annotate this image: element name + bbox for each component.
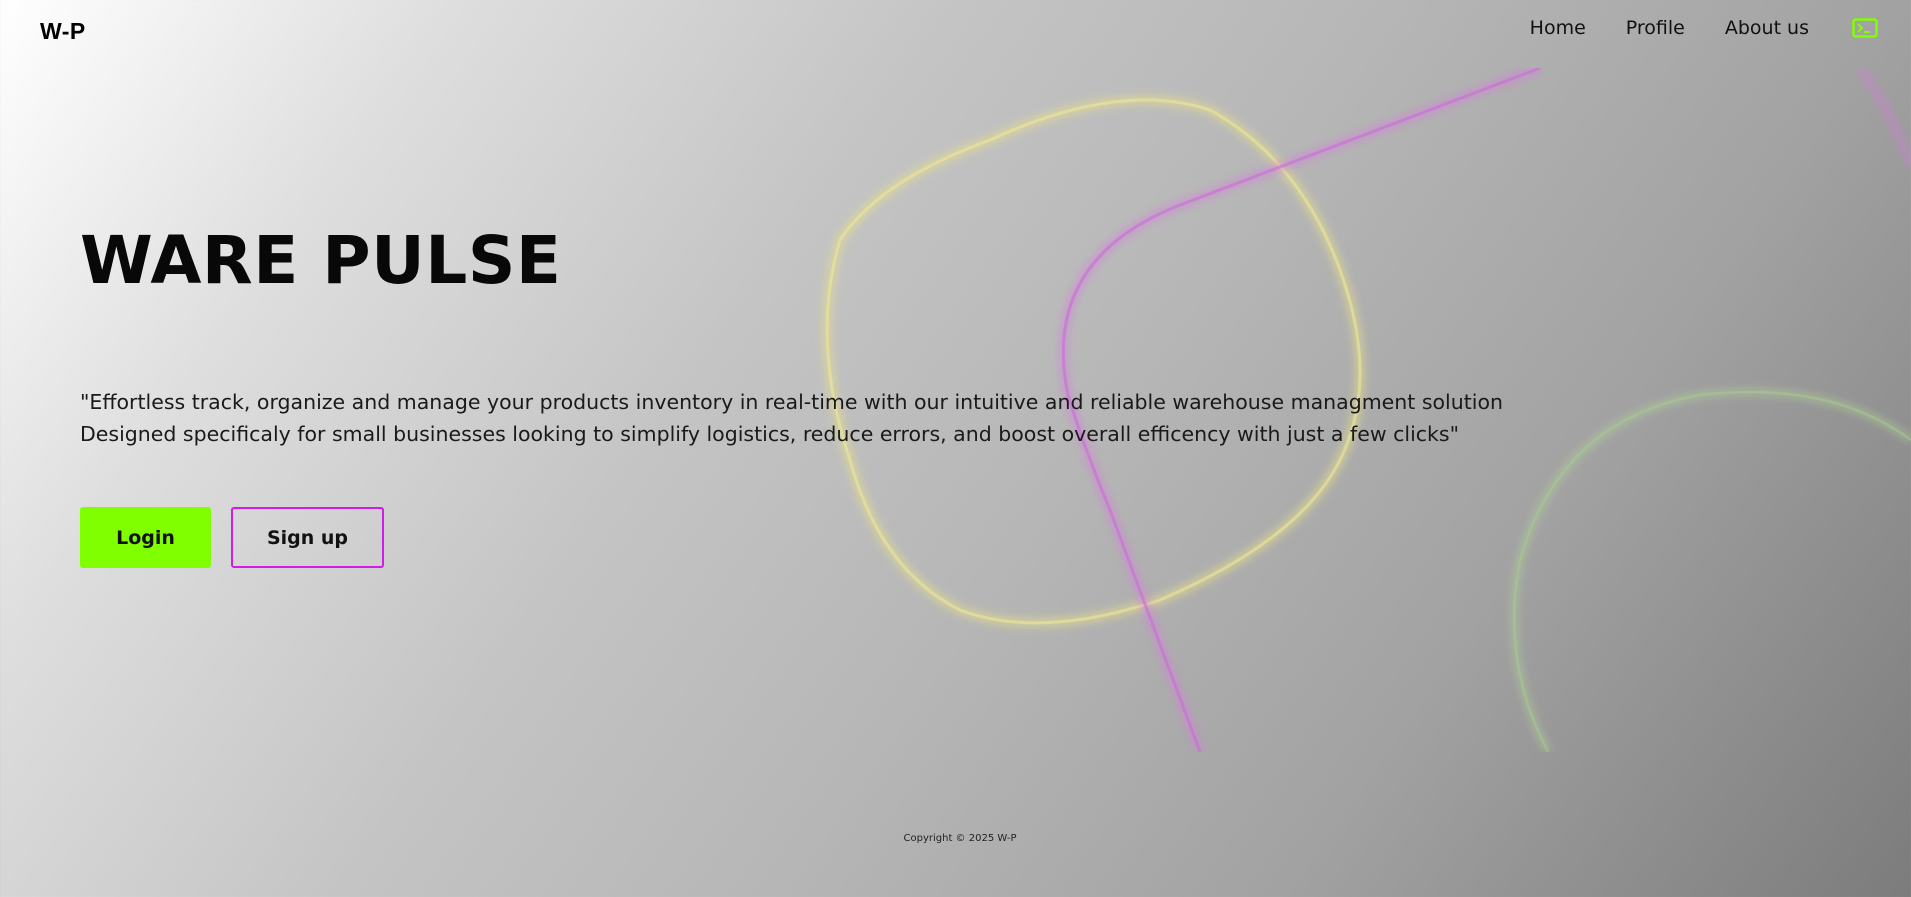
terminal-icon[interactable] — [1851, 16, 1879, 40]
main-nav: Home Profile About us — [1530, 16, 1879, 40]
hero-title: WARE PULSE — [80, 222, 562, 299]
nav-about-link[interactable]: About us — [1725, 17, 1809, 39]
signup-button[interactable]: Sign up — [231, 507, 384, 568]
tagline-line-1: "Effortless track, organize and manage y… — [80, 390, 1504, 414]
nav-profile-link[interactable]: Profile — [1626, 17, 1685, 39]
login-button[interactable]: Login — [80, 507, 211, 568]
brand-logo[interactable]: W-P — [40, 18, 86, 45]
decor-yellow-loop — [822, 95, 1365, 628]
hero-tagline: "Effortless track, organize and manage y… — [80, 386, 1640, 450]
nav-home-link[interactable]: Home — [1530, 17, 1586, 39]
copyright-text: Copyright © 2025 W-P — [903, 833, 1017, 844]
tagline-line-2: Designed specificaly for small businesse… — [80, 422, 1460, 446]
